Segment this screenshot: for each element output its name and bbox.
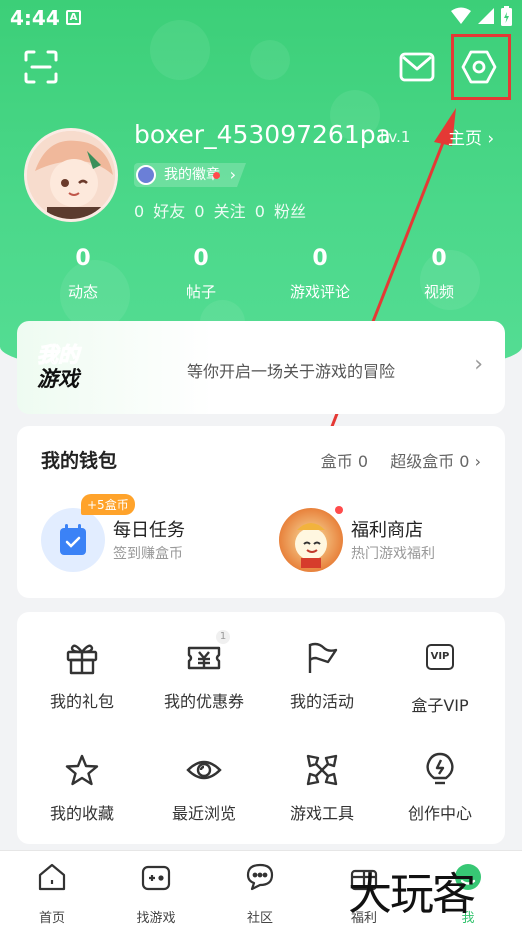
tab-find-games[interactable]: 找游戏 bbox=[104, 861, 208, 926]
eye-icon bbox=[186, 760, 222, 780]
grid-label: 我的活动 bbox=[289, 692, 354, 711]
gift-icon bbox=[66, 644, 98, 675]
feature-grid: 我的礼包 1 我的优惠券 我的活动 VIP 盒子VIP 我的收藏 最近浏览 游戏… bbox=[17, 612, 505, 844]
bulb-icon bbox=[426, 752, 454, 785]
grid-label: 盒子VIP bbox=[411, 696, 469, 715]
grid-item-recent[interactable]: 最近浏览 bbox=[143, 752, 265, 824]
star-icon bbox=[65, 754, 99, 786]
chevron-right-icon: › bbox=[474, 452, 481, 471]
daily-task-circle bbox=[41, 508, 105, 572]
grid-label: 最近浏览 bbox=[171, 804, 236, 823]
vip-icon: VIP bbox=[422, 644, 458, 680]
wallet-coins-link[interactable]: 盒币 0 超级盒币 0 › bbox=[321, 448, 481, 472]
my-games-logo: 我的 游戏 bbox=[37, 343, 109, 393]
tools-icon bbox=[306, 754, 338, 786]
shop-subtitle: 热门游戏福利 bbox=[351, 546, 435, 562]
badges-label: 我的徽章 bbox=[164, 167, 220, 183]
friends-count[interactable]: 0 好友 bbox=[134, 202, 185, 221]
stat-label: 帖子 bbox=[185, 283, 216, 301]
logo-line-1: 我的 bbox=[37, 343, 80, 368]
grid-item-coupons[interactable]: 1 我的优惠券 bbox=[143, 630, 265, 712]
flag-icon bbox=[308, 642, 338, 673]
tab-label: 找游戏 bbox=[136, 911, 176, 926]
stat-videos[interactable]: 0 视频 bbox=[384, 246, 494, 302]
shop-mascot-icon bbox=[279, 508, 343, 572]
fans-count[interactable]: 0 粉丝 bbox=[255, 202, 306, 221]
coin-reward-tag: +5盒币 bbox=[81, 494, 135, 515]
watermark-logo: 大玩客 bbox=[348, 869, 476, 920]
chevron-right-icon: › bbox=[487, 129, 495, 149]
homepage-link[interactable]: 主页 › bbox=[448, 124, 494, 149]
grid-item-vip[interactable]: VIP 盒子VIP bbox=[379, 640, 501, 716]
grid-label: 创作中心 bbox=[407, 804, 472, 823]
vip-icon-text: VIP bbox=[426, 644, 454, 670]
wallet-title: 我的钱包 bbox=[41, 450, 118, 472]
grid-item-gift-packs[interactable]: 我的礼包 bbox=[21, 640, 143, 712]
coupon-count-badge: 1 bbox=[216, 630, 230, 644]
level-badge: Lv.1 bbox=[380, 128, 411, 146]
stat-game-reviews[interactable]: 0 游戏评论 bbox=[265, 246, 375, 302]
daily-task-subtitle: 签到赚盒币 bbox=[113, 546, 183, 562]
tab-home[interactable]: 首页 bbox=[0, 861, 104, 926]
grid-item-creator-center[interactable]: 创作中心 bbox=[379, 752, 501, 824]
stat-label: 视频 bbox=[423, 283, 454, 301]
stat-value: 0 bbox=[431, 246, 447, 271]
homepage-label: 主页 bbox=[448, 129, 482, 149]
super-coins-balance: 超级盒币 0 bbox=[390, 452, 470, 471]
grid-item-game-tools[interactable]: 游戏工具 bbox=[261, 752, 383, 824]
stat-label: 游戏评论 bbox=[289, 283, 350, 301]
gamepad-icon bbox=[141, 865, 171, 891]
stat-label: 动态 bbox=[67, 283, 98, 301]
wallet-card: 我的钱包 盒币 0 超级盒币 0 › +5盒币 每日任务 签到赚盒币 福利商店 … bbox=[17, 426, 505, 598]
my-badges-button[interactable]: 我的徽章 › bbox=[134, 163, 246, 187]
stat-value: 0 bbox=[312, 246, 328, 271]
following-count[interactable]: 0 关注 bbox=[194, 202, 245, 221]
stat-threads[interactable]: 0 帖子 bbox=[146, 246, 256, 302]
my-games-banner[interactable]: 我的 游戏 等你开启一场关于游戏的冒险 › bbox=[17, 321, 505, 414]
grid-label: 我的优惠券 bbox=[163, 692, 244, 711]
username: boxer_453097261pa bbox=[134, 120, 391, 149]
daily-task-title: 每日任务 bbox=[113, 520, 185, 541]
chat-icon bbox=[246, 863, 274, 891]
coupon-icon bbox=[187, 646, 221, 670]
tab-community[interactable]: 社区 bbox=[208, 861, 312, 926]
banner-text: 等你开启一场关于游戏的冒险 bbox=[187, 362, 396, 381]
grid-item-favorites[interactable]: 我的收藏 bbox=[21, 752, 143, 824]
calendar-check-icon bbox=[60, 524, 86, 555]
stat-posts[interactable]: 0 动态 bbox=[28, 246, 138, 302]
grid-label: 游戏工具 bbox=[289, 804, 354, 823]
shop-title: 福利商店 bbox=[351, 520, 423, 541]
coins-balance: 盒币 0 bbox=[320, 452, 369, 471]
chevron-right-icon: › bbox=[229, 165, 236, 184]
badge-star-icon bbox=[136, 165, 156, 185]
grid-label: 我的礼包 bbox=[49, 692, 114, 711]
tab-label: 首页 bbox=[38, 911, 65, 926]
grid-label: 我的收藏 bbox=[49, 804, 114, 823]
social-counts: 0 好友 0 关注 0 粉丝 bbox=[134, 198, 306, 222]
chevron-right-icon: › bbox=[474, 352, 483, 377]
grid-item-activities[interactable]: 我的活动 bbox=[261, 640, 383, 712]
avatar[interactable] bbox=[24, 128, 118, 222]
stat-value: 0 bbox=[75, 246, 91, 271]
shop-notification-dot bbox=[335, 506, 343, 514]
home-icon bbox=[38, 863, 66, 891]
logo-line-2: 游戏 bbox=[37, 367, 79, 391]
badge-notification-dot bbox=[213, 172, 220, 179]
stat-value: 0 bbox=[193, 246, 209, 271]
tab-label: 社区 bbox=[246, 911, 273, 926]
